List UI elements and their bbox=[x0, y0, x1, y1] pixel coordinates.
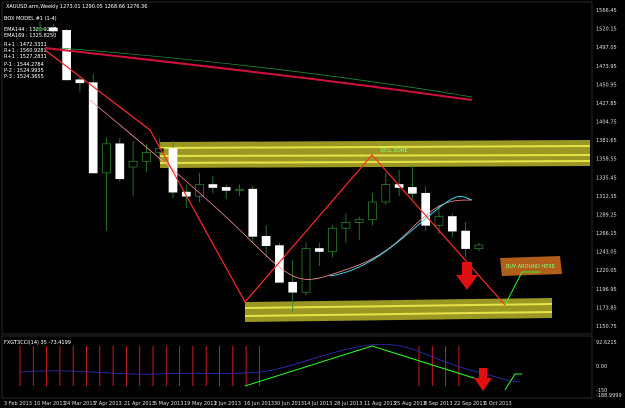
candle-body bbox=[288, 281, 298, 293]
candle-body bbox=[48, 27, 58, 32]
price-axis-label: 1381.65 bbox=[596, 138, 617, 144]
candle-body bbox=[474, 244, 484, 249]
candle-body bbox=[261, 235, 271, 246]
sell-zone: SELL ZONE bbox=[159, 140, 591, 168]
candle-body bbox=[248, 188, 258, 237]
price-axis-label: 1220.05 bbox=[596, 268, 617, 274]
candle-body bbox=[341, 222, 351, 229]
buy-zone-label: BUY AROUND HERE bbox=[506, 264, 555, 270]
price-axis-label: 1289.25 bbox=[596, 212, 617, 218]
time-axis-label: 30 Jun 2013 bbox=[274, 401, 304, 407]
price-axis-label: 1427.85 bbox=[596, 101, 617, 107]
candle-body bbox=[275, 245, 284, 283]
time-axis-label: 6 Oct 2013 bbox=[484, 401, 512, 407]
candle-body bbox=[354, 219, 364, 223]
candle-body bbox=[75, 79, 85, 84]
time-axis-label: 5 May 2013 bbox=[154, 401, 183, 407]
chart-canvas: XAUUSD.arm,Weekly 1273.01 1290.05 1268.6… bbox=[0, 0, 625, 408]
candle-body bbox=[447, 216, 457, 232]
price-axis-label: 1196.95 bbox=[596, 287, 617, 293]
candle-body bbox=[115, 143, 125, 180]
price-axis-label: 1566.45 bbox=[596, 8, 617, 14]
candle-body bbox=[102, 143, 111, 174]
time-axis-label: 7 Apr 2013 bbox=[94, 401, 122, 407]
indicator-axis-2: 0.00 bbox=[596, 364, 607, 370]
time-axis-label: 21 Apr 2013 bbox=[124, 401, 155, 407]
candle-body bbox=[434, 216, 444, 226]
time-axis-label: 14 Jul 2013 bbox=[304, 401, 332, 407]
buy-label-box: BUY AROUND HERE bbox=[500, 256, 562, 276]
candle-body bbox=[381, 184, 391, 203]
time-axis-label: 22 Sep 2013 bbox=[454, 401, 486, 407]
candle-body bbox=[208, 184, 218, 188]
time-axis: 3 Feb 2013 10 Mar 201324 Mar 20137 Apr 20… bbox=[4, 401, 512, 407]
time-axis-label: 2 Jun 2013 bbox=[214, 401, 241, 407]
candle-body bbox=[88, 82, 98, 174]
indicator-axis-1: 92.6215 bbox=[596, 340, 617, 346]
price-axis-label: 1173.85 bbox=[596, 305, 617, 311]
candle-body bbox=[301, 248, 311, 293]
price-axis-label: 1266.15 bbox=[596, 231, 617, 237]
info-p3: P-3 : 1524.3655 bbox=[4, 74, 44, 80]
candle-body bbox=[142, 152, 151, 162]
candle-body bbox=[35, 28, 45, 30]
info-ema2: EMA169 : 1325.8250 bbox=[4, 33, 56, 39]
candle-body bbox=[128, 160, 138, 168]
price-axis-label: 1520.15 bbox=[596, 27, 617, 33]
price-axis-label: 1243.05 bbox=[596, 250, 617, 256]
indicator-axis-4: -188.9999 bbox=[596, 393, 622, 399]
price-axis-label: 1450.95 bbox=[596, 82, 617, 88]
time-axis-label: 8 Sep 2013 bbox=[424, 401, 453, 407]
time-axis-label: 28 Jul 2013 bbox=[334, 401, 362, 407]
candle-body bbox=[62, 30, 71, 81]
info-r3: R+1 : 1527.2831 bbox=[4, 54, 47, 60]
candle-body bbox=[368, 201, 377, 220]
info-model: BOX MODEL #1 (1-4) bbox=[4, 16, 57, 22]
candle-body bbox=[461, 230, 470, 249]
price-axis-label: 1358.55 bbox=[596, 157, 617, 163]
time-axis-label: 25 Aug 2013 bbox=[394, 401, 426, 407]
chart-title: XAUUSD.arm,Weekly 1273.01 1290.05 1268.6… bbox=[6, 4, 147, 10]
price-axis-label: 1497.05 bbox=[596, 45, 617, 51]
buy-zone bbox=[244, 298, 553, 322]
sell-zone-label: SELL ZONE bbox=[380, 148, 408, 154]
candle-body bbox=[235, 188, 244, 191]
time-axis-label: 19 May 2013 bbox=[184, 401, 217, 407]
candle-body bbox=[408, 187, 417, 194]
candle-body bbox=[328, 227, 337, 252]
price-axis-label: 1404.75 bbox=[596, 120, 617, 126]
time-axis-label: 24 Mar 2013 bbox=[64, 401, 96, 407]
time-axis-label: 11 Aug 2013 bbox=[364, 401, 396, 407]
price-axis-label: 1150.75 bbox=[596, 324, 617, 330]
price-axis-label: 1312.35 bbox=[596, 194, 617, 200]
price-axis-label: 1473.95 bbox=[596, 64, 617, 70]
candle-body bbox=[314, 248, 324, 252]
time-axis-label: 16 Jun 2013 bbox=[244, 401, 274, 407]
price-axis-label: 1335.45 bbox=[596, 175, 617, 181]
indicator-label: FXGT3CCI(14) 35 -73.4199 bbox=[4, 340, 71, 346]
chart-background bbox=[0, 0, 625, 408]
time-axis-label: 10 Mar 2013 bbox=[34, 401, 66, 407]
candle-body bbox=[221, 187, 231, 191]
time-axis-label: 3 Feb 2013 bbox=[4, 401, 32, 407]
